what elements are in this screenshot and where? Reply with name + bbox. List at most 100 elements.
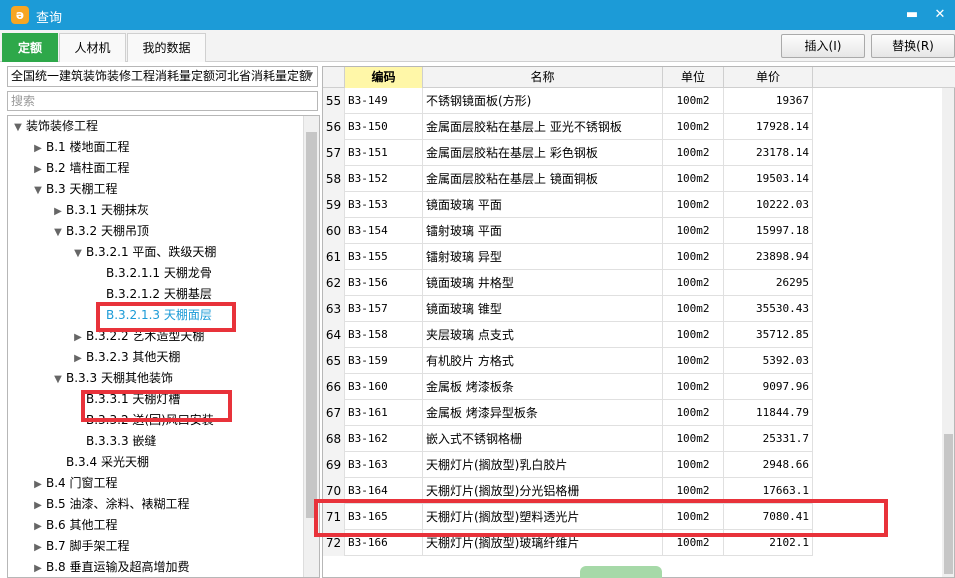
code-column-header[interactable]: 编码 bbox=[345, 67, 423, 88]
search-input[interactable]: 搜索 bbox=[7, 91, 318, 111]
price-column-header[interactable]: 单价 bbox=[724, 67, 813, 88]
code-cell: B3-162 bbox=[345, 426, 423, 452]
table-row[interactable]: 59 B3-153 镜面玻璃 平面 100m2 10222.03 bbox=[323, 192, 813, 218]
table-scrollbar[interactable] bbox=[942, 88, 954, 577]
replace-button[interactable]: 替换(R) bbox=[871, 34, 955, 58]
collapse-arrow-icon[interactable]: ▼ bbox=[50, 369, 66, 390]
table-row[interactable]: 61 B3-155 镭射玻璃 异型 100m2 23898.94 bbox=[323, 244, 813, 270]
table-row[interactable]: 68 B3-162 嵌入式不锈钢格栅 100m2 25331.7 bbox=[323, 426, 813, 452]
expand-arrow-icon[interactable]: ▶ bbox=[30, 516, 46, 537]
tree-item[interactable]: ▼ B.3.2 天棚吊顶 bbox=[50, 221, 149, 242]
tree-item[interactable]: ▶ B.3.1 天棚抹灰 bbox=[50, 200, 149, 221]
unit-cell: 100m2 bbox=[663, 114, 724, 140]
name-cell: 天棚灯片(搁放型)乳白胶片 bbox=[423, 452, 663, 478]
tree-item[interactable]: ▼ B.3.2.1 平面、跌级天棚 bbox=[70, 242, 216, 263]
unit-cell: 100m2 bbox=[663, 88, 724, 114]
tree-item[interactable]: ▶ B.7 脚手架工程 bbox=[30, 536, 129, 558]
tree-item[interactable]: ▼ 装饰装修工程 bbox=[10, 116, 98, 137]
tree-item[interactable]: ▶ B.2 墙柱面工程 bbox=[30, 158, 129, 180]
name-cell: 金属面层胶粘在基层上 彩色钢板 bbox=[423, 140, 663, 166]
table-row[interactable]: 66 B3-160 金属板 烤漆板条 100m2 9097.96 bbox=[323, 374, 813, 400]
tree-item[interactable]: ▼ B.3.3 天棚其他装饰 bbox=[50, 368, 173, 389]
row-number-cell: 69 bbox=[323, 452, 345, 478]
tree-item[interactable]: B.3.4 采光天棚 bbox=[50, 452, 149, 473]
row-number-cell: 66 bbox=[323, 374, 345, 400]
collapse-handle[interactable] bbox=[580, 566, 662, 578]
price-cell: 23178.14 bbox=[724, 140, 813, 166]
name-column-header[interactable]: 名称 bbox=[423, 67, 663, 88]
code-cell: B3-153 bbox=[345, 192, 423, 218]
app-logo-icon: ǝ bbox=[11, 6, 29, 24]
highlight-box bbox=[81, 390, 232, 422]
tree-item[interactable]: ▶ B.8 垂直运输及超高增加费 bbox=[30, 557, 189, 577]
expand-arrow-icon[interactable]: ▶ bbox=[30, 138, 46, 159]
tree-item[interactable]: B.3.2.1.1 天棚龙骨 bbox=[90, 263, 212, 284]
expand-arrow-icon[interactable]: ▶ bbox=[50, 201, 66, 222]
table-row[interactable]: 58 B3-152 金属面层胶粘在基层上 镜面铜板 100m2 19503.14 bbox=[323, 166, 813, 192]
table-row[interactable]: 64 B3-158 夹层玻璃 点支式 100m2 35712.85 bbox=[323, 322, 813, 348]
tree-item[interactable]: ▶ B.5 油漆、涂料、裱糊工程 bbox=[30, 494, 189, 516]
expand-arrow-icon[interactable]: ▶ bbox=[70, 348, 86, 369]
tab-labor-material-machine[interactable]: 人材机 bbox=[59, 33, 126, 62]
collapse-arrow-icon[interactable]: ▼ bbox=[30, 180, 46, 201]
code-cell: B3-161 bbox=[345, 400, 423, 426]
name-cell: 金属板 烤漆异型板条 bbox=[423, 400, 663, 426]
quota-library-value: 全国统一建筑装饰装修工程消耗量定额河北省消耗量定额 bbox=[11, 69, 312, 83]
quota-library-select[interactable]: 全国统一建筑装饰装修工程消耗量定额河北省消耗量定额 ▼ bbox=[7, 66, 318, 87]
collapse-arrow-icon[interactable]: ▼ bbox=[10, 117, 26, 138]
tree-item-label: 装饰装修工程 bbox=[26, 119, 99, 133]
chevron-down-icon[interactable]: ▼ bbox=[306, 67, 313, 86]
row-number-cell: 59 bbox=[323, 192, 345, 218]
window-title: 查询 bbox=[36, 11, 63, 26]
name-cell: 镜面玻璃 平面 bbox=[423, 192, 663, 218]
table-row[interactable]: 67 B3-161 金属板 烤漆异型板条 100m2 11844.79 bbox=[323, 400, 813, 426]
tree-item-label: B.3.3.3 嵌缝 bbox=[86, 434, 157, 448]
insert-button[interactable]: 插入(I) bbox=[781, 34, 865, 58]
tree-item-label: B.3.1 天棚抹灰 bbox=[66, 203, 149, 217]
table-row[interactable]: 65 B3-159 有机胶片 方格式 100m2 5392.03 bbox=[323, 348, 813, 374]
name-cell: 镜面玻璃 井格型 bbox=[423, 270, 663, 296]
close-icon[interactable]: ✕ bbox=[931, 6, 949, 24]
table-row[interactable]: 63 B3-157 镜面玻璃 锥型 100m2 35530.43 bbox=[323, 296, 813, 322]
tree-item[interactable]: ▶ B.1 楼地面工程 bbox=[30, 137, 130, 159]
minimize-icon[interactable]: ▬ bbox=[903, 6, 921, 24]
unit-cell: 100m2 bbox=[663, 452, 724, 478]
expand-arrow-icon[interactable]: ▶ bbox=[30, 558, 46, 577]
collapse-arrow-icon[interactable]: ▼ bbox=[50, 222, 66, 243]
row-number-cell: 62 bbox=[323, 270, 345, 296]
row-number-cell: 57 bbox=[323, 140, 345, 166]
expand-arrow-icon[interactable]: ▶ bbox=[70, 327, 86, 348]
collapse-arrow-icon[interactable]: ▼ bbox=[70, 243, 86, 264]
tree-item[interactable]: ▶ B.6 其他工程 bbox=[30, 515, 118, 537]
price-cell: 5392.03 bbox=[724, 348, 813, 374]
code-cell: B3-156 bbox=[345, 270, 423, 296]
row-number-cell: 68 bbox=[323, 426, 345, 452]
table-row[interactable]: 60 B3-154 镭射玻璃 平面 100m2 15997.18 bbox=[323, 218, 813, 244]
name-cell: 镜面玻璃 锥型 bbox=[423, 296, 663, 322]
table-row[interactable]: 55 B3-149 不锈钢镜面板(方形) 100m2 19367 bbox=[323, 88, 813, 114]
expand-arrow-icon[interactable]: ▶ bbox=[30, 159, 46, 180]
tree-item[interactable]: ▼ B.3 天棚工程 bbox=[30, 179, 117, 201]
table-row[interactable]: 56 B3-150 金属面层胶粘在基层上 亚光不锈钢板 100m2 17928.14 bbox=[323, 114, 813, 140]
expand-arrow-icon[interactable]: ▶ bbox=[30, 474, 46, 495]
unit-column-header[interactable]: 单位 bbox=[663, 67, 724, 88]
expand-arrow-icon[interactable]: ▶ bbox=[30, 537, 46, 558]
table-row[interactable]: 69 B3-163 天棚灯片(搁放型)乳白胶片 100m2 2948.66 bbox=[323, 452, 813, 478]
table-row[interactable]: 57 B3-151 金属面层胶粘在基层上 彩色钢板 100m2 23178.14 bbox=[323, 140, 813, 166]
tree-item-label: B.6 其他工程 bbox=[46, 518, 118, 532]
tree-item-label: B.1 楼地面工程 bbox=[46, 140, 130, 154]
price-cell: 26295 bbox=[724, 270, 813, 296]
row-number-cell: 55 bbox=[323, 88, 345, 114]
tree-item[interactable]: B.3.3.3 嵌缝 bbox=[70, 431, 156, 452]
unit-cell: 100m2 bbox=[663, 218, 724, 244]
expand-arrow-icon[interactable]: ▶ bbox=[30, 495, 46, 516]
tree-item[interactable]: ▶ B.3.2.3 其他天棚 bbox=[70, 347, 180, 368]
tab-quota[interactable]: 定额 bbox=[2, 33, 58, 62]
tree-item-label: B.3.3 天棚其他装饰 bbox=[66, 371, 173, 385]
tab-my-data[interactable]: 我的数据 bbox=[127, 33, 206, 62]
highlight-box bbox=[96, 302, 236, 332]
tree-item[interactable]: ▶ B.4 门窗工程 bbox=[30, 473, 117, 495]
unit-cell: 100m2 bbox=[663, 322, 724, 348]
table-row[interactable]: 62 B3-156 镜面玻璃 井格型 100m2 26295 bbox=[323, 270, 813, 296]
tree-item-label: B.3.2.1.1 天棚龙骨 bbox=[106, 266, 212, 280]
